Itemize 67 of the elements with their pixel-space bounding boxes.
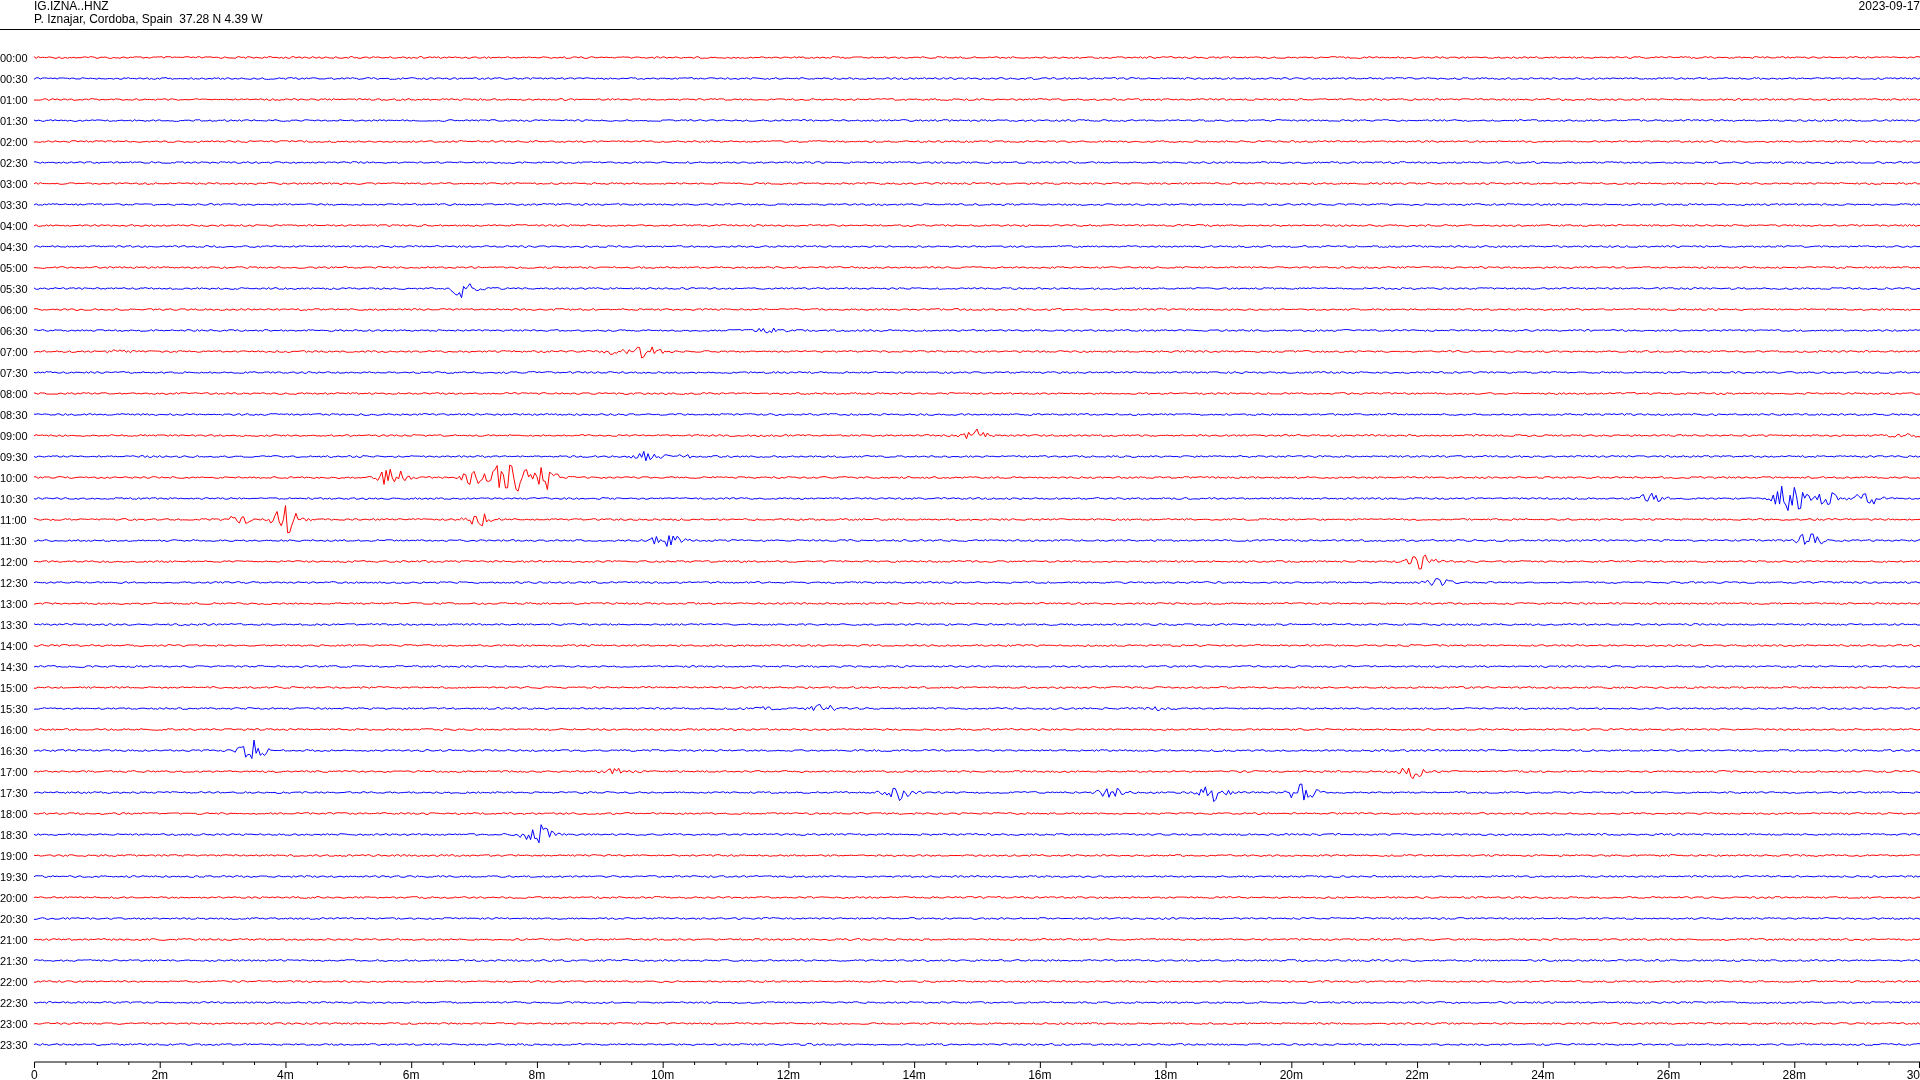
time-label: 23:30 [0,1038,29,1051]
time-label: 13:30 [0,618,29,631]
axis-label: 10m [651,1069,675,1080]
axis-label: 28m [1782,1069,1806,1080]
time-label: 18:30 [0,828,29,841]
time-label: 16:30 [0,744,29,757]
time-label: 09:30 [0,450,29,463]
time-label: 06:00 [0,303,29,316]
time-label: 19:30 [0,870,29,883]
station-location: P. Iznajar, Cordoba, Spain 37.28 N 4.39 W [34,13,263,26]
time-label: 14:30 [0,660,29,673]
time-label: 18:00 [0,807,29,820]
axis-label: 18m [1153,1069,1178,1080]
station-code: IG.IZNA..HNZ [34,0,110,13]
time-label: 05:00 [0,261,29,274]
time-label: 17:00 [0,765,29,778]
axis-label: 4m [277,1069,294,1080]
time-label: 02:00 [0,135,29,148]
time-label: 19:00 [0,849,29,862]
time-label: 11:30 [0,534,28,547]
time-label: 07:00 [0,345,29,358]
time-label: 04:30 [0,240,29,253]
time-label: 20:00 [0,891,29,904]
axis-label: 6m [402,1069,420,1080]
time-label: 23:00 [0,1017,29,1030]
time-label: 21:00 [0,933,29,946]
time-label: 01:00 [0,93,29,106]
time-label: 16:00 [0,723,29,736]
axis-label: 2m [151,1069,169,1080]
time-label: 15:00 [0,681,29,694]
axis-label: 8m [528,1069,546,1080]
time-label: 12:00 [0,555,29,568]
time-label: 11:00 [0,513,28,526]
time-label: 10:00 [0,471,29,484]
time-label: 08:30 [0,408,29,421]
time-label: 00:30 [0,72,29,85]
time-label: 10:30 [0,492,29,505]
time-label: 02:30 [0,156,29,169]
time-label: 20:30 [0,912,29,925]
axis-label: 12m [776,1069,801,1080]
time-label: 17:30 [0,786,29,799]
date-label: 2023-09-17 [1858,0,1920,15]
axis-label: 14m [902,1069,926,1080]
time-label: 04:00 [0,219,29,232]
time-label: 14:00 [0,639,29,652]
axis-label: 24m [1531,1069,1555,1080]
time-label: 08:00 [0,387,29,400]
time-label: 15:30 [0,702,29,715]
time-label: 12:30 [0,576,29,589]
time-label: 22:30 [0,996,29,1009]
time-label: 01:30 [0,114,29,127]
time-label: 06:30 [0,324,29,337]
axis-label: 20m [1279,1069,1303,1080]
time-label: 05:30 [0,282,29,295]
time-label: 00:00 [0,51,29,64]
axis-label: 26m [1656,1069,1681,1080]
time-label: 09:00 [0,429,29,442]
time-label: 03:00 [0,177,29,190]
time-label: 21:30 [0,954,29,967]
axis-label: 30 [1906,1069,1920,1080]
time-label: 07:30 [0,366,29,379]
axis-label: 22m [1405,1069,1429,1080]
axis-label: 0 [31,1069,38,1080]
time-label: 13:00 [0,597,29,610]
axis-label: 16m [1028,1069,1052,1080]
time-label: 03:30 [0,198,29,211]
time-label: 22:00 [0,975,29,988]
